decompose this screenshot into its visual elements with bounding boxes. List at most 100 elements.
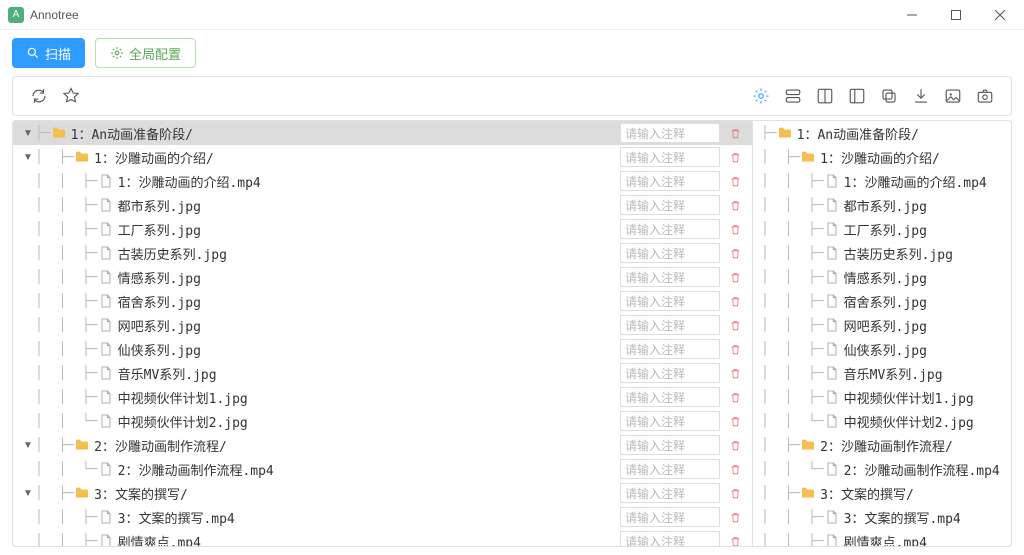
branch-line: │ │ └─ bbox=[35, 414, 98, 429]
tree-row[interactable]: │ │ ├─网吧系列.jpg请输入注释 bbox=[13, 313, 752, 337]
delete-button[interactable] bbox=[726, 316, 744, 334]
refresh-button[interactable] bbox=[23, 80, 55, 112]
file-icon bbox=[98, 414, 114, 428]
branch-line: │ │ ├─ bbox=[35, 222, 98, 237]
annotation-input[interactable]: 请输入注释 bbox=[620, 123, 720, 143]
window-minimize-button[interactable] bbox=[890, 0, 934, 30]
annotation-input[interactable]: 请输入注释 bbox=[620, 219, 720, 239]
annotation-input[interactable]: 请输入注释 bbox=[620, 507, 720, 527]
layout-sidebar-button[interactable] bbox=[841, 80, 873, 112]
toggle-icon[interactable]: ▼ bbox=[21, 488, 35, 499]
delete-button[interactable] bbox=[726, 124, 744, 142]
tree-row[interactable]: │ │ ├─宿舍系列.jpg请输入注释 bbox=[13, 289, 752, 313]
delete-button[interactable] bbox=[726, 436, 744, 454]
annotation-input[interactable]: 请输入注释 bbox=[620, 147, 720, 167]
annotation-input[interactable]: 请输入注释 bbox=[620, 531, 720, 546]
delete-button[interactable] bbox=[726, 268, 744, 286]
item-label: 仙侠系列.jpg bbox=[844, 340, 1011, 359]
item-label: 都市系列.jpg bbox=[844, 196, 1011, 215]
annotation-input[interactable]: 请输入注释 bbox=[620, 387, 720, 407]
preview-pane[interactable]: ├─1：An动画准备阶段/│ ├─1：沙雕动画的介绍/│ │ ├─1：沙雕动画的… bbox=[753, 121, 1011, 546]
item-label: 1：沙雕动画的介绍.mp4 bbox=[844, 172, 1011, 191]
preview-row: │ │ ├─古装历史系列.jpg bbox=[753, 241, 1011, 265]
tree-row[interactable]: │ │ └─中视频伙伴计划2.jpg请输入注释 bbox=[13, 409, 752, 433]
delete-button[interactable] bbox=[726, 148, 744, 166]
annotation-input[interactable]: 请输入注释 bbox=[620, 315, 720, 335]
delete-button[interactable] bbox=[726, 340, 744, 358]
tree-row[interactable]: ▼│ ├─2：沙雕动画制作流程/请输入注释 bbox=[13, 433, 752, 457]
tree-pane[interactable]: ▼├─1：An动画准备阶段/请输入注释▼│ ├─1：沙雕动画的介绍/请输入注释│… bbox=[13, 121, 753, 546]
delete-button[interactable] bbox=[726, 460, 744, 478]
delete-button[interactable] bbox=[726, 364, 744, 382]
annotation-input[interactable]: 请输入注释 bbox=[620, 459, 720, 479]
window-maximize-button[interactable] bbox=[934, 0, 978, 30]
branch-line: │ │ ├─ bbox=[35, 390, 98, 405]
item-label: 情感系列.jpg bbox=[844, 268, 1011, 287]
item-label: 2：沙雕动画制作流程.mp4 bbox=[844, 460, 1011, 479]
folder-icon bbox=[800, 150, 816, 164]
image-button[interactable] bbox=[937, 80, 969, 112]
file-icon bbox=[824, 294, 840, 308]
tree-row[interactable]: │ │ ├─工厂系列.jpg请输入注释 bbox=[13, 217, 752, 241]
annotation-input[interactable]: 请输入注释 bbox=[620, 483, 720, 503]
tree-row[interactable]: ▼│ ├─1：沙雕动画的介绍/请输入注释 bbox=[13, 145, 752, 169]
download-button[interactable] bbox=[905, 80, 937, 112]
delete-button[interactable] bbox=[726, 172, 744, 190]
delete-button[interactable] bbox=[726, 388, 744, 406]
annotation-input[interactable]: 请输入注释 bbox=[620, 195, 720, 215]
file-icon bbox=[98, 270, 114, 284]
toggle-icon[interactable]: ▼ bbox=[21, 440, 35, 451]
branch-line: │ │ ├─ bbox=[761, 222, 824, 237]
delete-button[interactable] bbox=[726, 412, 744, 430]
item-label: 仙侠系列.jpg bbox=[118, 340, 620, 359]
scan-button[interactable]: 扫描 bbox=[12, 38, 85, 68]
primary-toolbar: 扫描 全局配置 bbox=[0, 30, 1024, 76]
delete-button[interactable] bbox=[726, 196, 744, 214]
tree-row[interactable]: ▼│ ├─3：文案的撰写/请输入注释 bbox=[13, 481, 752, 505]
delete-button[interactable] bbox=[726, 244, 744, 262]
tree-row[interactable]: ▼├─1：An动画准备阶段/请输入注释 bbox=[13, 121, 752, 145]
toggle-icon[interactable]: ▼ bbox=[21, 128, 35, 139]
annotation-input[interactable]: 请输入注释 bbox=[620, 243, 720, 263]
delete-button[interactable] bbox=[726, 532, 744, 546]
tree-row[interactable]: │ │ ├─情感系列.jpg请输入注释 bbox=[13, 265, 752, 289]
tree-row[interactable]: │ │ ├─1：沙雕动画的介绍.mp4请输入注释 bbox=[13, 169, 752, 193]
tree-row[interactable]: │ │ ├─音乐MV系列.jpg请输入注释 bbox=[13, 361, 752, 385]
window-close-button[interactable] bbox=[978, 0, 1022, 30]
delete-button[interactable] bbox=[726, 484, 744, 502]
app-logo-icon: A bbox=[8, 7, 24, 23]
copy-icon bbox=[880, 87, 898, 105]
annotation-input[interactable]: 请输入注释 bbox=[620, 363, 720, 383]
annotation-input[interactable]: 请输入注释 bbox=[620, 267, 720, 287]
tree-row[interactable]: │ │ └─2：沙雕动画制作流程.mp4请输入注释 bbox=[13, 457, 752, 481]
preview-row: │ │ ├─仙侠系列.jpg bbox=[753, 337, 1011, 361]
copy-button[interactable] bbox=[873, 80, 905, 112]
branch-line: │ │ ├─ bbox=[35, 294, 98, 309]
branch-line: │ │ ├─ bbox=[35, 270, 98, 285]
layout-rows-button[interactable] bbox=[777, 80, 809, 112]
settings-button[interactable] bbox=[745, 80, 777, 112]
tree-row[interactable]: │ │ ├─都市系列.jpg请输入注释 bbox=[13, 193, 752, 217]
annotation-input[interactable]: 请输入注释 bbox=[620, 171, 720, 191]
layout-column-button[interactable] bbox=[809, 80, 841, 112]
screenshot-button[interactable] bbox=[969, 80, 1001, 112]
delete-button[interactable] bbox=[726, 292, 744, 310]
annotation-input[interactable]: 请输入注释 bbox=[620, 411, 720, 431]
global-config-label: 全局配置 bbox=[129, 44, 181, 63]
tree-row[interactable]: │ │ ├─仙侠系列.jpg请输入注释 bbox=[13, 337, 752, 361]
global-config-button[interactable]: 全局配置 bbox=[95, 38, 196, 68]
delete-button[interactable] bbox=[726, 508, 744, 526]
favorite-button[interactable] bbox=[55, 80, 87, 112]
delete-button[interactable] bbox=[726, 220, 744, 238]
tree-row[interactable]: │ │ ├─古装历史系列.jpg请输入注释 bbox=[13, 241, 752, 265]
item-label: 音乐MV系列.jpg bbox=[844, 364, 1011, 383]
annotation-input[interactable]: 请输入注释 bbox=[620, 435, 720, 455]
toggle-icon[interactable]: ▼ bbox=[21, 152, 35, 163]
annotation-input[interactable]: 请输入注释 bbox=[620, 291, 720, 311]
tree-row[interactable]: │ │ ├─3：文案的撰写.mp4请输入注释 bbox=[13, 505, 752, 529]
item-label: 2：沙雕动画制作流程/ bbox=[820, 436, 1011, 455]
annotation-input[interactable]: 请输入注释 bbox=[620, 339, 720, 359]
tree-row[interactable]: │ │ ├─中视频伙伴计划1.jpg请输入注释 bbox=[13, 385, 752, 409]
tree-row[interactable]: │ │ ├─剧情爽点.mp4请输入注释 bbox=[13, 529, 752, 546]
file-icon bbox=[824, 510, 840, 524]
